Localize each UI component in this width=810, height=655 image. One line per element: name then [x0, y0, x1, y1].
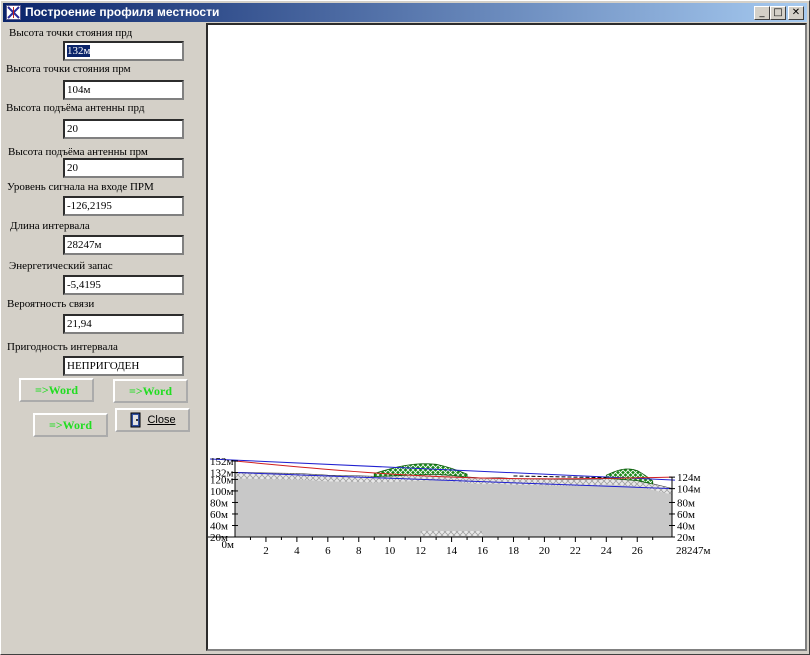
- main-window: Построение профиля местности _ □ ✕ Высот…: [0, 0, 810, 655]
- x-axis-label: 20: [539, 545, 551, 557]
- rx-height-field[interactable]: 104м: [63, 80, 184, 100]
- interval-suitability-field[interactable]: НЕПРИГОДЕН: [63, 356, 184, 376]
- x-axis-label: 8: [356, 545, 362, 557]
- right-axis-label: 60м: [677, 509, 695, 521]
- x-axis-label: 10: [384, 545, 396, 557]
- window-title: Построение профиля местности: [25, 5, 220, 19]
- tx-height-value: 132м: [67, 45, 91, 57]
- x-axis-label: 6: [325, 545, 331, 557]
- label-rx-height: Высота точки стояния прм: [6, 63, 131, 75]
- left-axis-label: 60м: [210, 509, 228, 521]
- x-axis-label: 12: [415, 545, 426, 557]
- x-start-label: 0м: [222, 539, 235, 551]
- x-axis-label: 14: [446, 545, 458, 557]
- export-word-button-1[interactable]: =>Word: [19, 378, 94, 402]
- left-axis-label: 120м: [210, 474, 234, 486]
- energy-margin-field[interactable]: -5,4195: [63, 275, 184, 295]
- label-signal-level: Уровень сигнала на входе ПРМ: [7, 181, 154, 193]
- x-axis-label: 4: [294, 545, 300, 557]
- left-axis-label: 100м: [210, 486, 234, 498]
- export-word-button-2[interactable]: =>Word: [113, 379, 188, 403]
- bottom-hatch-band: [420, 531, 483, 536]
- label-link-probability: Вероятность связи: [7, 298, 95, 310]
- profile-svg: 152м132м120м100м80м60м40м20м124м104м80м6…: [208, 456, 711, 557]
- signal-level-field[interactable]: -126,2195: [63, 196, 184, 216]
- close-button[interactable]: Close: [115, 408, 190, 432]
- x-end-label: 28247м: [676, 545, 711, 557]
- x-axis-label: 24: [601, 545, 613, 557]
- right-axis-label: 80м: [677, 497, 695, 509]
- x-axis-label: 16: [477, 545, 489, 557]
- maximize-button[interactable]: □: [770, 6, 786, 20]
- label-interval-suitability: Пригодность интервала: [7, 341, 118, 353]
- label-tx-height: Высота точки стояния прд: [9, 27, 133, 39]
- title-bar[interactable]: Построение профиля местности _ □ ✕: [3, 3, 807, 22]
- chart-layer: 152м132м120м100м80м60м40м20м124м104м80м6…: [208, 456, 711, 557]
- minimize-button[interactable]: _: [754, 6, 770, 20]
- close-window-button[interactable]: ✕: [788, 6, 804, 20]
- right-axis-label: 104м: [677, 484, 701, 496]
- label-energy-margin: Энергетический запас: [9, 260, 113, 272]
- x-axis-label: 26: [632, 545, 644, 557]
- tx-antenna-field[interactable]: 20: [63, 119, 184, 139]
- right-axis-label: 20м: [677, 532, 695, 544]
- right-axis-label: 124м: [677, 472, 701, 484]
- close-button-label: Close: [147, 414, 176, 426]
- interval-length-field[interactable]: 28247м: [63, 235, 184, 255]
- rx-antenna-field[interactable]: 20: [63, 158, 184, 178]
- label-tx-antenna: Высота подъёма антенны прд: [6, 102, 145, 114]
- terrain-profile-chart: 152м 132м 120м 100м 80м 60м 40м 20м 124м 104м 80м 6…: [206, 23, 807, 651]
- door-icon: [130, 412, 141, 428]
- x-axis-label: 2: [263, 545, 269, 557]
- link-probability-field[interactable]: 21,94: [63, 314, 184, 334]
- left-axis-label: 80м: [210, 497, 228, 509]
- tx-height-field[interactable]: 132м: [63, 41, 184, 61]
- x-axis-label: 22: [570, 545, 581, 557]
- right-axis-label: 40м: [677, 520, 695, 532]
- left-axis-label: 152м: [210, 456, 234, 468]
- label-rx-antenna: Высота подъёма антенны прм: [8, 146, 148, 158]
- export-word-button-3[interactable]: =>Word: [33, 413, 108, 437]
- app-icon: [6, 5, 21, 20]
- label-interval-length: Длина интервала: [10, 220, 90, 232]
- left-axis-label: 40м: [210, 520, 228, 532]
- x-axis-label: 18: [508, 545, 520, 557]
